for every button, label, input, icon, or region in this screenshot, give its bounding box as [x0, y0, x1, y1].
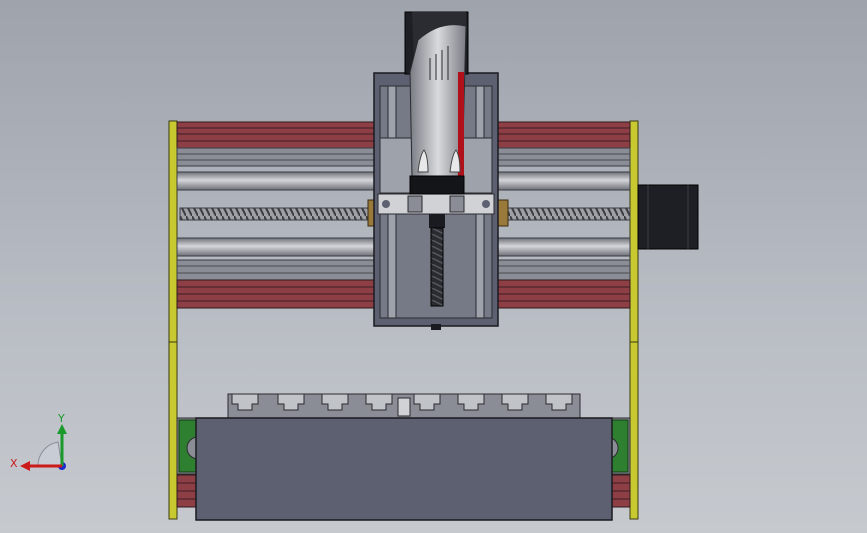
triad-y-label: Y — [57, 412, 65, 425]
x-stepper-motor[interactable] — [637, 184, 699, 250]
left-gantry-plate[interactable] — [168, 120, 178, 520]
cnc-router-model[interactable] — [0, 0, 867, 533]
t-slot-bed[interactable] — [227, 393, 581, 419]
y-axis-table[interactable] — [195, 417, 613, 521]
right-gantry-plate[interactable] — [629, 120, 639, 520]
triad-y-arrow — [57, 424, 67, 434]
triad-x-arrow — [20, 461, 30, 471]
orientation-triad[interactable]: Y X — [10, 410, 80, 480]
triad-z-plane — [37, 441, 63, 467]
spindle-motor[interactable] — [404, 11, 469, 195]
cad-viewport[interactable]: Y X — [0, 0, 867, 533]
triad-x-label: X — [10, 457, 18, 470]
